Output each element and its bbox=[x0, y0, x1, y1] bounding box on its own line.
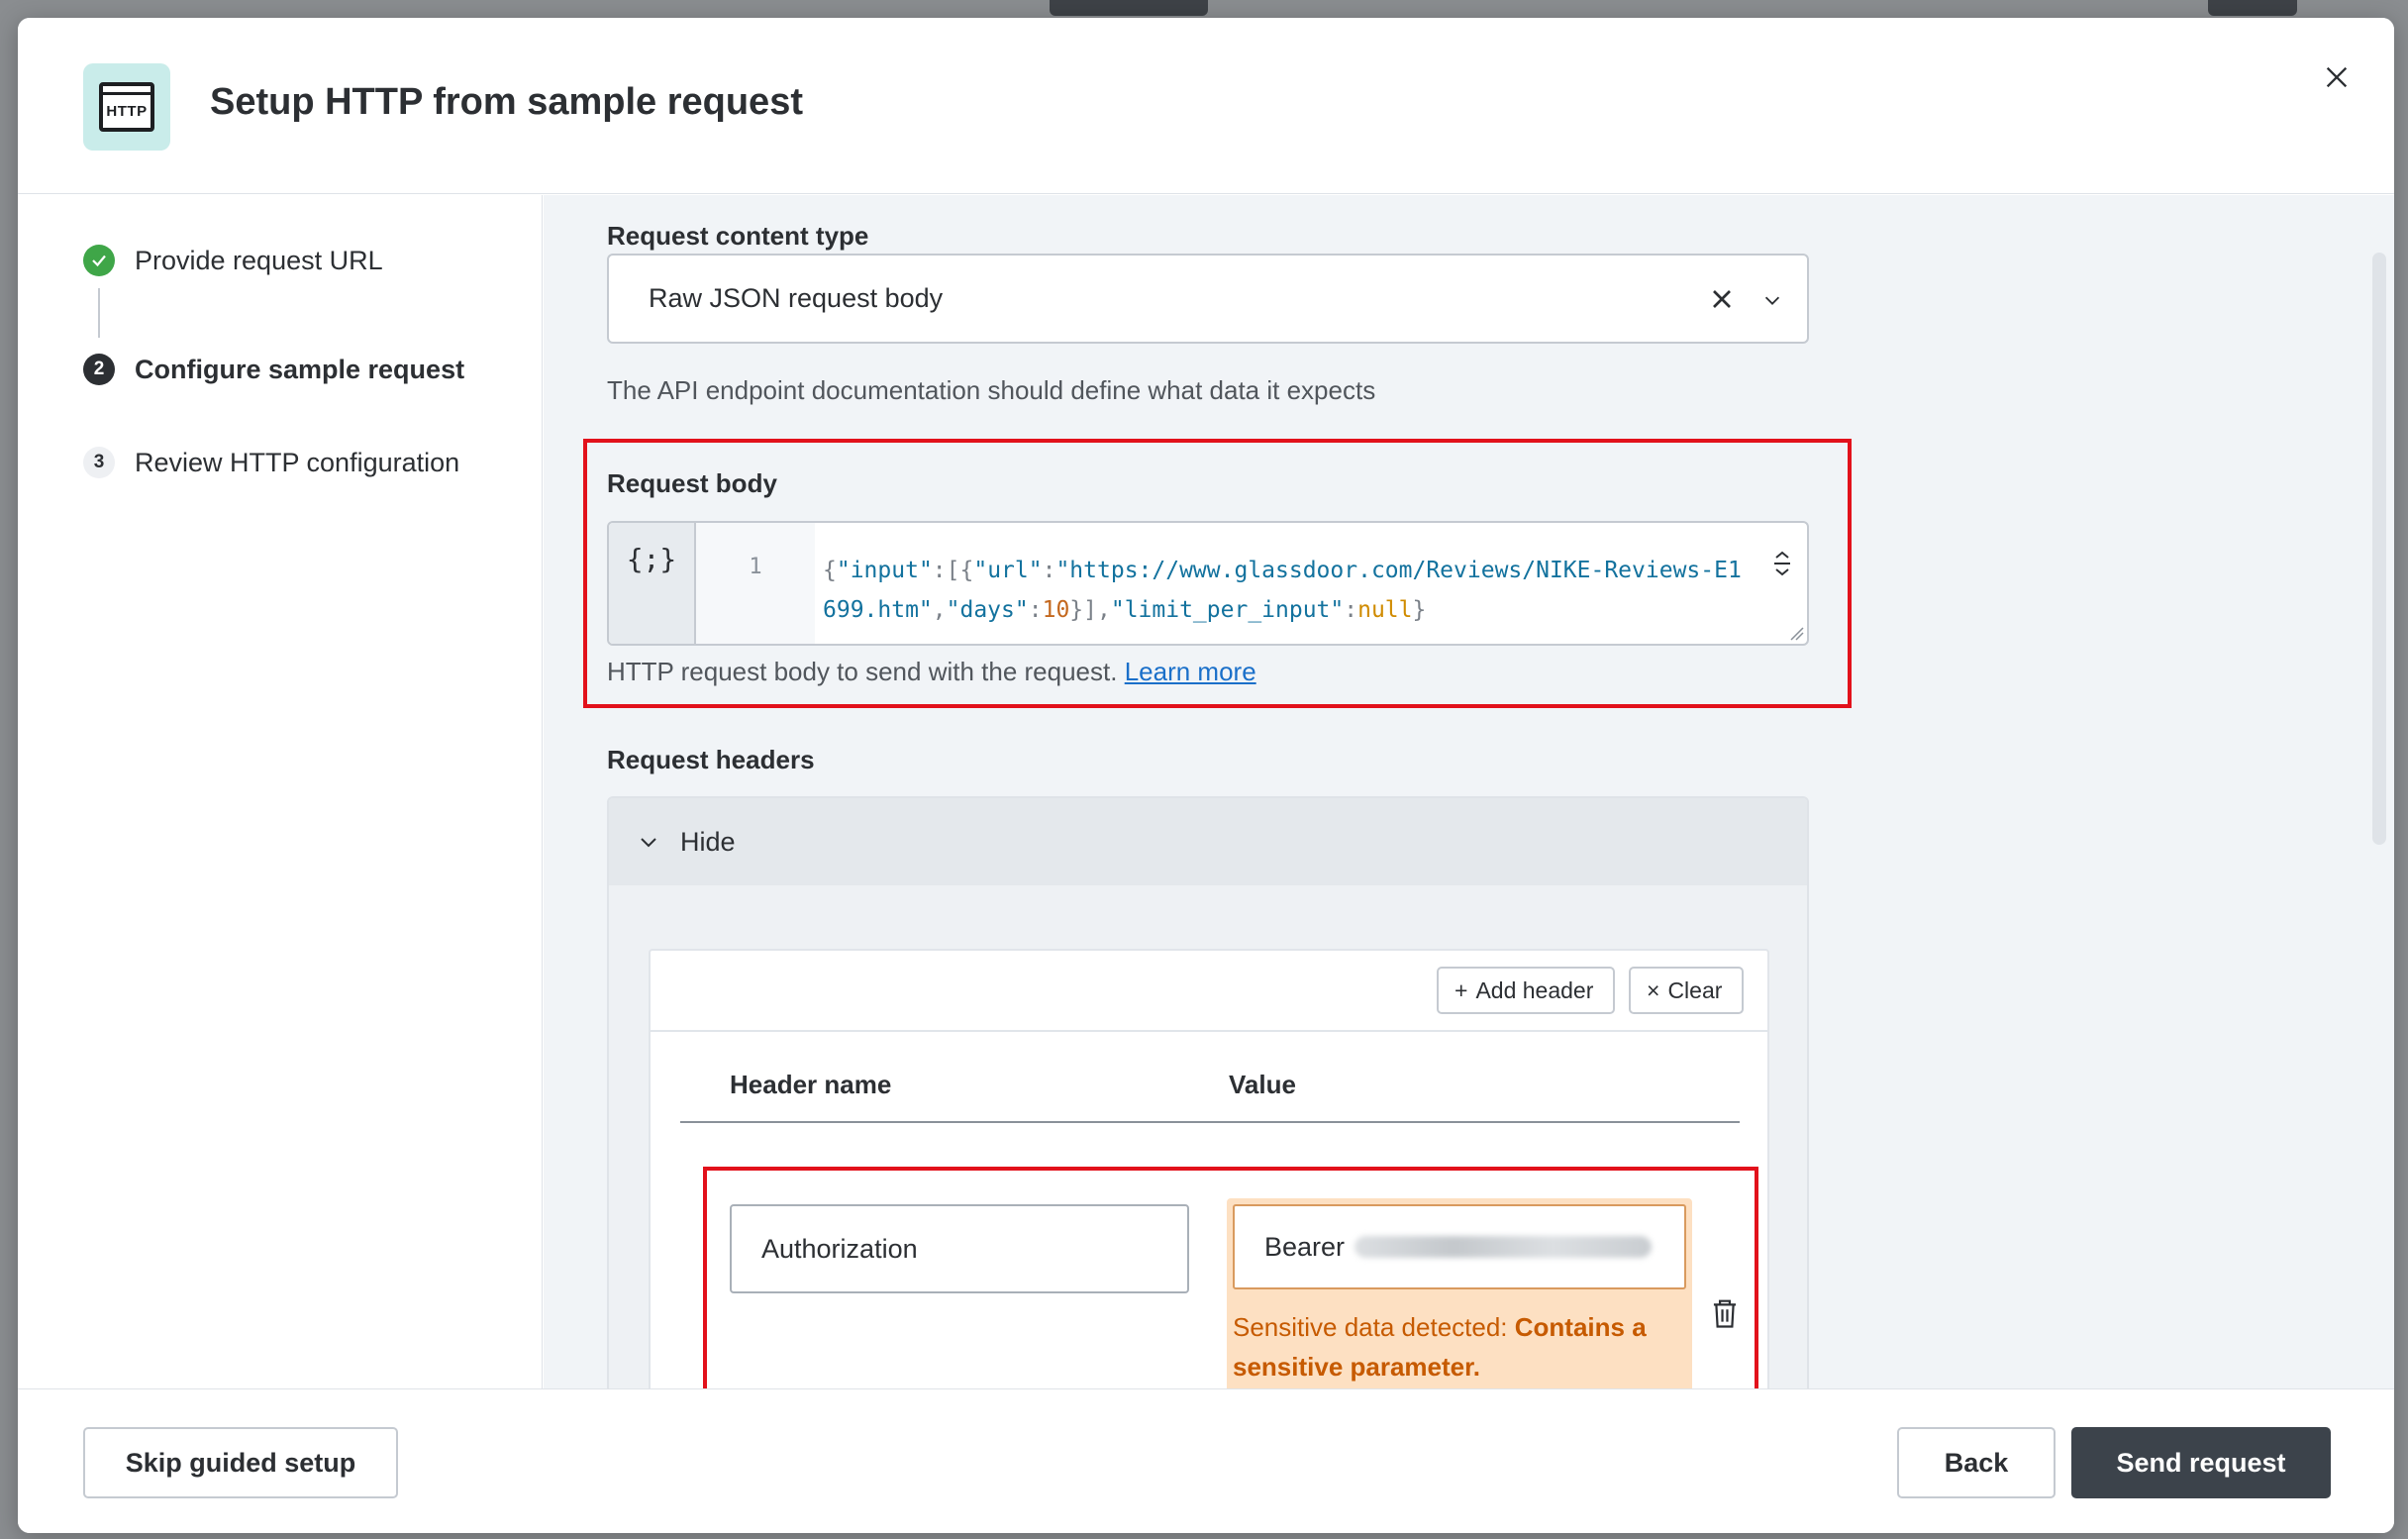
backdrop-tab bbox=[1050, 0, 1208, 16]
step-number: 3 bbox=[83, 447, 115, 478]
request-body-highlight bbox=[583, 439, 1852, 708]
clear-selection-icon[interactable] bbox=[1706, 283, 1738, 315]
add-header-button[interactable]: + Add header bbox=[1437, 967, 1615, 1014]
check-icon bbox=[83, 245, 115, 276]
step-configure-request[interactable]: 2 Configure sample request bbox=[83, 354, 464, 385]
http-app-icon: HTTP bbox=[83, 63, 170, 151]
browser-window-icon: HTTP bbox=[99, 82, 154, 132]
close-icon[interactable] bbox=[2317, 57, 2357, 97]
content-type-select[interactable]: Raw JSON request body bbox=[607, 254, 1809, 344]
header-row-highlight bbox=[703, 1167, 1758, 1396]
headers-toolbar: + Add header × Clear bbox=[651, 951, 1767, 1032]
modal-footer: Skip guided setup Back Send request bbox=[18, 1388, 2394, 1533]
toggle-label: Hide bbox=[680, 826, 736, 857]
header-name-column: Header name bbox=[730, 1070, 892, 1099]
headers-collapse-toggle[interactable]: Hide bbox=[609, 798, 1807, 885]
content-type-label: Request content type bbox=[607, 221, 869, 251]
request-headers-label: Request headers bbox=[607, 745, 815, 774]
add-header-label: Add header bbox=[1475, 976, 1594, 1003]
http-icon-label: HTTP bbox=[106, 102, 148, 120]
modal-title: Setup HTTP from sample request bbox=[210, 81, 803, 123]
chevron-down-icon bbox=[641, 838, 656, 848]
step-label: Review HTTP configuration bbox=[135, 447, 460, 477]
clear-label: Clear bbox=[1667, 976, 1723, 1003]
setup-http-modal: HTTP Setup HTTP from sample request Prov… bbox=[18, 18, 2394, 1533]
backdrop-tab bbox=[2208, 0, 2297, 16]
step-label: Provide request URL bbox=[135, 245, 383, 275]
back-button[interactable]: Back bbox=[1897, 1427, 2056, 1498]
modal-header: HTTP Setup HTTP from sample request bbox=[18, 18, 2394, 194]
plus-icon: + bbox=[1455, 976, 1468, 1003]
close-icon: × bbox=[1647, 976, 1660, 1003]
step-connector bbox=[98, 288, 100, 338]
clear-headers-button[interactable]: × Clear bbox=[1629, 967, 1744, 1014]
content-type-hint: The API endpoint documentation should de… bbox=[607, 375, 1376, 405]
step-label: Configure sample request bbox=[135, 354, 465, 384]
skip-guided-setup-button[interactable]: Skip guided setup bbox=[83, 1427, 398, 1498]
step-review-config[interactable]: 3 Review HTTP configuration bbox=[83, 447, 459, 478]
step-provide-url[interactable]: Provide request URL bbox=[83, 245, 383, 276]
content-type-value: Raw JSON request body bbox=[649, 283, 944, 313]
scrollbar[interactable] bbox=[2372, 253, 2386, 845]
steps-sidebar: Provide request URL 2 Configure sample r… bbox=[18, 195, 543, 1388]
send-request-button[interactable]: Send request bbox=[2071, 1427, 2331, 1498]
step-number: 2 bbox=[83, 354, 115, 385]
header-value-column: Value bbox=[1229, 1070, 1296, 1099]
chevron-down-icon[interactable] bbox=[1761, 289, 1783, 311]
column-divider bbox=[680, 1121, 1740, 1123]
